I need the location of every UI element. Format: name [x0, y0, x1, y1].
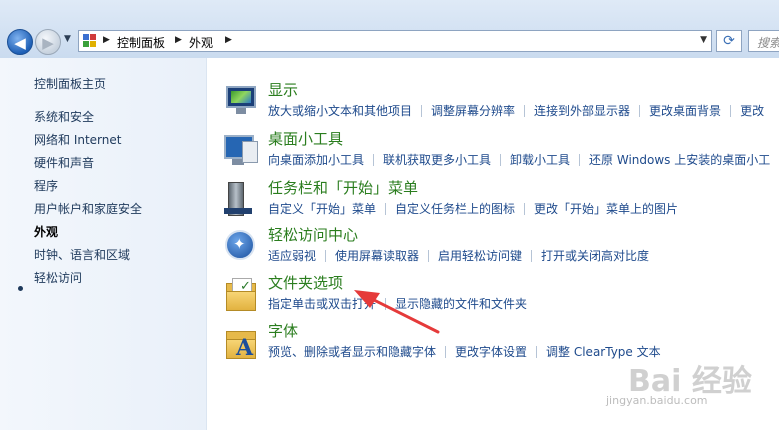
- search-box[interactable]: 搜索控: [748, 30, 779, 52]
- sidebar-home-link[interactable]: 控制面板主页: [34, 75, 106, 92]
- breadcrumb-appearance[interactable]: 外观: [189, 34, 213, 51]
- sidebar-item-appearance: 外观: [34, 225, 59, 239]
- sidebar-item-user-accounts[interactable]: 用户帐户和家庭安全: [34, 200, 142, 217]
- category-link[interactable]: 使用屏幕读取器: [335, 249, 419, 263]
- current-item-bullet-icon: [18, 286, 23, 291]
- fonts-icon[interactable]: A: [224, 325, 258, 361]
- breadcrumb-control-panel[interactable]: 控制面板: [117, 34, 165, 51]
- forward-arrow-icon: ▶: [42, 34, 54, 52]
- sidebar-item-system-security[interactable]: 系统和安全: [34, 108, 94, 125]
- category-link[interactable]: 连接到外部显示器: [534, 104, 630, 118]
- category-title[interactable]: 桌面小工具: [268, 128, 343, 149]
- address-bar[interactable]: ▶ 控制面板 ▶ 外观 ▶ ▼: [78, 30, 712, 52]
- category-link[interactable]: 联机获取更多小工具: [383, 153, 491, 167]
- category-title[interactable]: 字体: [268, 320, 298, 341]
- breadcrumb-separator-icon[interactable]: ▶: [103, 35, 110, 45]
- breadcrumb-separator-icon[interactable]: ▶: [175, 35, 182, 45]
- control-panel-icon: [83, 34, 97, 48]
- category-desktop-gadgets: 桌面小工具 向桌面添加小工具 联机获取更多小工具 卸载小工具 还原 Windows 上…: [224, 128, 779, 175]
- annotation-arrow-icon: [354, 290, 440, 334]
- navigation-bar: ◀ ▶ ▼ ▶ 控制面板 ▶ 外观 ▶ ▼ ⟳ 搜索控: [0, 0, 779, 58]
- watermark-url: jingyan.baidu.com: [606, 394, 708, 407]
- sidebar-item-hardware-sound[interactable]: 硬件和声音: [34, 154, 94, 171]
- sidebar-item-network[interactable]: 网络和 Internet: [34, 131, 121, 148]
- sidebar-item-programs[interactable]: 程序: [34, 177, 58, 194]
- category-link[interactable]: 更改字体设置: [455, 345, 527, 359]
- category-link[interactable]: 打开或关闭高对比度: [541, 249, 649, 263]
- category-title[interactable]: 轻松访问中心: [268, 224, 358, 245]
- sidebar-item-clock-language-region[interactable]: 时钟、语言和区域: [34, 246, 130, 263]
- address-history-dropdown[interactable]: ▼: [700, 35, 707, 45]
- folder-options-icon[interactable]: ✓: [224, 277, 258, 311]
- display-icon[interactable]: [224, 84, 258, 118]
- category-link[interactable]: 放大或缩小文本和其他项目: [268, 104, 412, 118]
- category-link[interactable]: 调整屏幕分辨率: [431, 104, 515, 118]
- category-link[interactable]: 更改「开始」菜单上的图片: [534, 202, 678, 216]
- category-taskbar-start-menu: 任务栏和「开始」菜单 自定义「开始」菜单 自定义任务栏上的图标 更改「开始」菜单上的…: [224, 177, 779, 224]
- breadcrumb-separator-icon[interactable]: ▶: [225, 35, 232, 45]
- category-display: 显示 放大或缩小文本和其他项目 调整屏幕分辨率 连接到外部显示器 更改桌面背景 更改: [224, 79, 779, 126]
- recent-pages-dropdown[interactable]: ▼: [64, 34, 71, 44]
- refresh-button[interactable]: ⟳: [716, 30, 742, 52]
- category-link[interactable]: 向桌面添加小工具: [268, 153, 364, 167]
- category-link[interactable]: 卸载小工具: [510, 153, 570, 167]
- category-title[interactable]: 任务栏和「开始」菜单: [268, 177, 418, 198]
- ease-of-access-icon[interactable]: [224, 229, 258, 263]
- forward-button[interactable]: ▶: [35, 29, 61, 55]
- back-arrow-icon: ◀: [14, 34, 26, 52]
- baidu-jingyan-watermark: Bai 经验 jingyan.baidu.com: [588, 354, 779, 430]
- category-link[interactable]: 预览、删除或者显示和隐藏字体: [268, 345, 436, 359]
- taskbar-start-menu-icon[interactable]: [224, 182, 258, 216]
- sidebar: 控制面板主页 系统和安全 网络和 Internet 硬件和声音 程序 用户帐户和…: [0, 58, 207, 430]
- category-link[interactable]: 启用轻松访问键: [438, 249, 522, 263]
- category-folder-options: ✓ 文件夹选项 指定单击或双击打开 显示隐藏的文件和文件夹: [224, 274, 779, 319]
- category-link[interactable]: 还原 Windows 上安装的桌面小工: [589, 153, 770, 167]
- category-ease-of-access-center: 轻松访问中心 适应弱视 使用屏幕读取器 启用轻松访问键 打开或关闭高对比度: [224, 224, 779, 271]
- category-link[interactable]: 自定义「开始」菜单: [268, 202, 376, 216]
- category-link[interactable]: 适应弱视: [268, 249, 316, 263]
- search-placeholder: 搜索控: [757, 36, 779, 50]
- back-button[interactable]: ◀: [7, 29, 33, 55]
- category-link[interactable]: 更改桌面背景: [649, 104, 721, 118]
- category-title[interactable]: 显示: [268, 79, 298, 100]
- category-link[interactable]: 自定义任务栏上的图标: [395, 202, 515, 216]
- category-link[interactable]: 更改: [740, 104, 764, 118]
- refresh-icon: ⟳: [723, 33, 735, 49]
- desktop-gadgets-icon[interactable]: [224, 133, 258, 167]
- sidebar-item-ease-of-access[interactable]: 轻松访问: [34, 269, 82, 286]
